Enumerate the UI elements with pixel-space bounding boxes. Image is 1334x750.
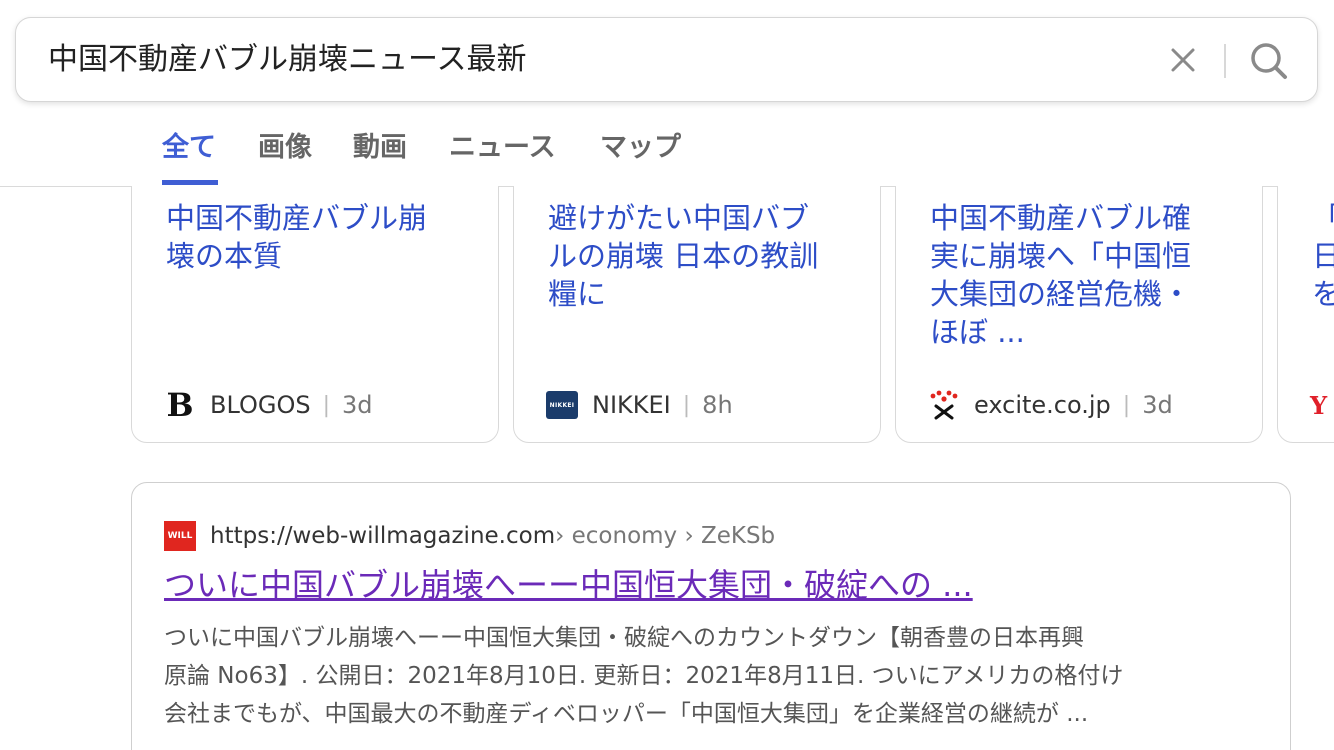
source-name: BLOGOS	[210, 391, 311, 419]
will-favicon-icon: WILL	[164, 521, 196, 551]
news-card[interactable]: 中国不動産バブル崩 壊の本質 B BLOGOS | 3d	[131, 186, 499, 443]
source-time: 8h	[702, 391, 733, 419]
news-card-source: Y	[1310, 387, 1327, 423]
result-path: › economy › ZeKSb	[555, 523, 776, 549]
tab-all[interactable]: 全て	[162, 130, 216, 166]
search-bar[interactable]: 中国不動産バブル崩壊ニュース最新	[15, 17, 1318, 102]
news-card-title[interactable]: 「 日 を	[1312, 199, 1334, 313]
news-card[interactable]: 「 日 を Y	[1277, 186, 1334, 443]
tab-videos[interactable]: 動画	[353, 130, 407, 166]
search-tabs: 全て 画像 動画 ニュース マップ	[0, 118, 1334, 187]
search-results-page: 中国不動産バブル崩壊ニュース最新 全て 画像 動画 ニュース マップ 中国不動産…	[0, 0, 1334, 750]
search-input[interactable]: 中国不動産バブル崩壊ニュース最新	[48, 38, 527, 82]
yahoo-logo-icon: Y	[1310, 390, 1328, 420]
news-card-source: excite.co.jp | 3d	[928, 387, 1173, 423]
tab-maps[interactable]: マップ	[600, 130, 681, 166]
news-card-title[interactable]: 避けがたい中国バブ ルの崩壊 日本の教訓 糧に	[548, 199, 848, 313]
tab-news[interactable]: ニュース	[449, 130, 556, 166]
source-name: NIKKEI	[592, 391, 671, 419]
close-icon[interactable]	[1166, 42, 1200, 78]
result-title-link[interactable]: ついに中国バブル崩壊へーー中国恒大集団・破綻への ...	[164, 563, 973, 607]
result-snippet: ついに中国バブル崩壊へーー中国恒大集団・破綻へのカウントダウン【朝香豊の日本再興…	[164, 625, 1124, 727]
news-card-title[interactable]: 中国不動産バブル崩 壊の本質	[166, 199, 466, 275]
source-time: 3d	[1142, 391, 1173, 419]
active-tab-indicator	[162, 180, 218, 185]
news-card-title[interactable]: 中国不動産バブル確 実に崩壊へ「中国恒 大集団の経営危機・ ほぼ ...	[930, 199, 1230, 351]
source-separator: |	[322, 392, 331, 418]
source-name: excite.co.jp	[974, 391, 1111, 419]
source-separator: |	[1122, 392, 1131, 418]
news-card[interactable]: 中国不動産バブル確 実に崩壊へ「中国恒 大集団の経営危機・ ほぼ ... exc…	[895, 186, 1263, 443]
news-card[interactable]: 避けがたい中国バブ ルの崩壊 日本の教訓 糧に NIKKEI NIKKEI | …	[513, 186, 881, 443]
news-card-source: B BLOGOS | 3d	[164, 386, 373, 424]
tab-images[interactable]: 画像	[258, 130, 312, 166]
news-card-source: NIKKEI NIKKEI | 8h	[546, 387, 733, 423]
search-divider	[1224, 44, 1226, 78]
nikkei-logo-icon: NIKKEI	[546, 391, 578, 419]
excite-logo-icon	[928, 389, 960, 421]
source-separator: |	[682, 392, 691, 418]
search-result: WILL https://web-willmagazine.com › econ…	[131, 482, 1291, 750]
source-time: 3d	[342, 391, 373, 419]
search-icon[interactable]	[1246, 38, 1292, 84]
blogos-logo-icon: B	[166, 386, 194, 424]
result-domain: https://web-willmagazine.com	[210, 523, 556, 549]
result-url[interactable]: WILL https://web-willmagazine.com › econ…	[164, 521, 775, 551]
